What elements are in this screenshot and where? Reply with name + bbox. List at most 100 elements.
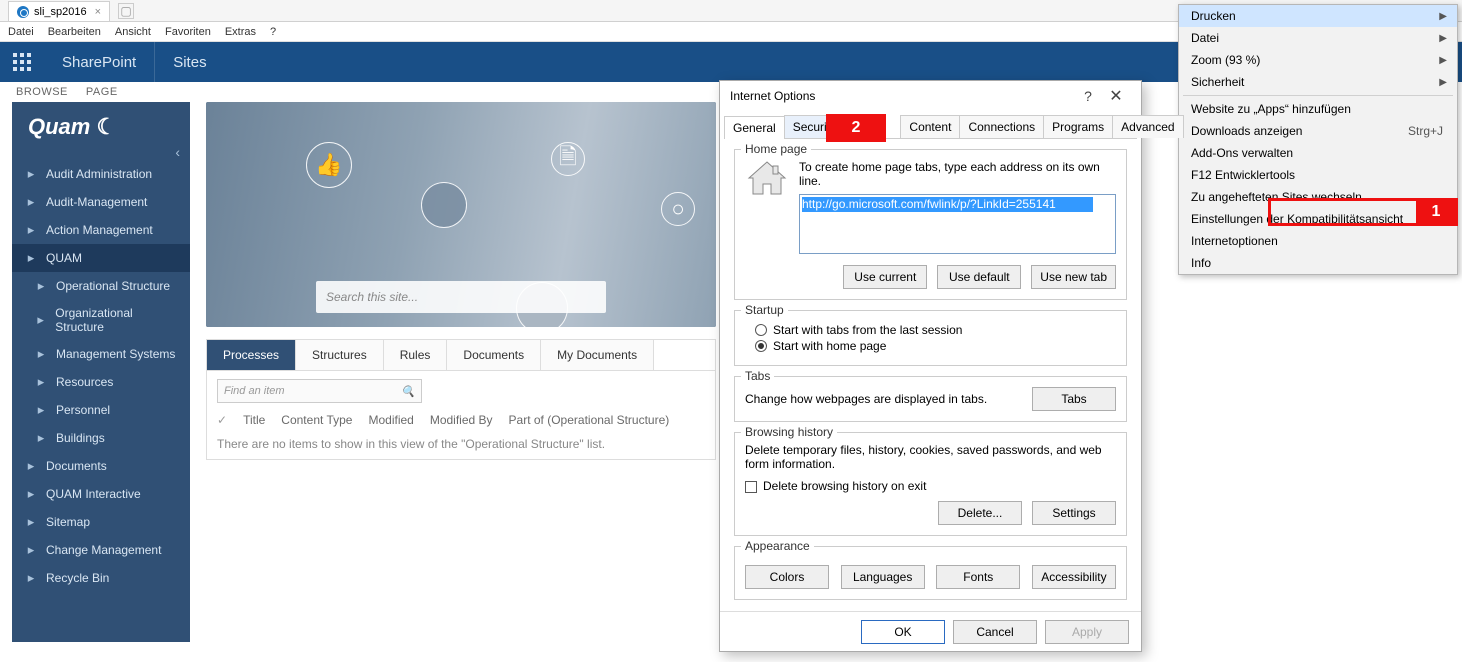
context-menu-item[interactable]: Downloads anzeigenStrg+J	[1179, 120, 1457, 142]
history-delete-on-exit[interactable]: Delete browsing history on exit	[745, 479, 1116, 493]
fonts-button[interactable]: Fonts	[936, 565, 1020, 589]
ribbon-page[interactable]: PAGE	[86, 86, 118, 98]
close-icon[interactable]: ×	[95, 6, 101, 18]
sidebar-item[interactable]: ▸Resources	[12, 368, 190, 396]
browser-tab[interactable]: sli_sp2016 ×	[8, 1, 110, 21]
tab-processes[interactable]: Processes	[207, 340, 296, 370]
sidebar-item[interactable]: ▸Recycle Bin	[12, 564, 190, 592]
sidebar-item[interactable]: ▸Personnel	[12, 396, 190, 424]
sidebar-item[interactable]: ▸QUAM Interactive	[12, 480, 190, 508]
sidebar-item[interactable]: ▸Management Systems	[12, 340, 190, 368]
menu-favoriten[interactable]: Favoriten	[165, 26, 211, 38]
tab-advanced[interactable]: Advanced	[1112, 115, 1183, 138]
startup-legend: Startup	[741, 303, 788, 317]
sidebar-item[interactable]: ▸Operational Structure	[12, 272, 190, 300]
radio-last-session[interactable]: Start with tabs from the last session	[755, 323, 1116, 337]
appearance-legend: Appearance	[741, 539, 814, 553]
sharepoint-brand[interactable]: SharePoint	[44, 42, 155, 82]
sidebar-item-label: Audit Administration	[46, 167, 152, 181]
app-launcher-icon[interactable]	[0, 42, 44, 82]
tab-content[interactable]: Content	[900, 115, 960, 138]
context-menu-item[interactable]: Info	[1179, 252, 1457, 274]
apply-button[interactable]: Apply	[1045, 620, 1129, 644]
ok-button[interactable]: OK	[861, 620, 945, 644]
tab-programs[interactable]: Programs	[1043, 115, 1113, 138]
use-newtab-button[interactable]: Use new tab	[1031, 265, 1116, 289]
find-input[interactable]: Find an item 🔍	[217, 379, 422, 403]
sidebar-item[interactable]: ▸QUAM	[12, 244, 190, 272]
dialog-titlebar[interactable]: Internet Options ? ✕	[720, 81, 1141, 111]
use-current-button[interactable]: Use current	[843, 265, 927, 289]
sidebar-item[interactable]: ▸Buildings	[12, 424, 190, 452]
nav-icon: ▸	[34, 374, 48, 390]
sidebar-item[interactable]: ▸Documents	[12, 452, 190, 480]
col-modified[interactable]: Modified	[368, 413, 413, 427]
homepage-group: Home page To create home page tabs, type…	[734, 149, 1127, 300]
context-menu-item[interactable]: Add-Ons verwalten	[1179, 142, 1457, 164]
history-legend: Browsing history	[741, 425, 837, 439]
sidebar-item-label: Operational Structure	[56, 279, 170, 293]
tabs-text: Change how webpages are displayed in tab…	[745, 392, 987, 406]
tab-favicon	[17, 6, 29, 18]
chevron-right-icon: ▶	[1439, 11, 1447, 22]
hero-search-input[interactable]: Search this site...	[316, 281, 606, 313]
tab-general[interactable]: General	[724, 116, 785, 139]
delete-button[interactable]: Delete...	[938, 501, 1022, 525]
sidebar-item-label: Change Management	[46, 543, 161, 557]
tab-documents[interactable]: Documents	[447, 340, 541, 370]
colors-button[interactable]: Colors	[745, 565, 829, 589]
col-contenttype[interactable]: Content Type	[281, 413, 352, 427]
tab-rules[interactable]: Rules	[384, 340, 448, 370]
languages-button[interactable]: Languages	[841, 565, 925, 589]
sites-link[interactable]: Sites	[155, 54, 224, 71]
homepage-hint: To create home page tabs, type each addr…	[799, 160, 1116, 188]
nav-icon: ▸	[24, 194, 38, 210]
collapse-icon[interactable]: ‹	[12, 144, 190, 160]
context-menu-label: Drucken	[1191, 9, 1236, 23]
ribbon-browse[interactable]: BROWSE	[16, 86, 68, 98]
sidebar-item[interactable]: ▸Sitemap	[12, 508, 190, 536]
startup-group: Startup Start with tabs from the last se…	[734, 310, 1127, 366]
settings-button[interactable]: Settings	[1032, 501, 1116, 525]
sidebar-item[interactable]: ▸Organizational Structure	[12, 300, 190, 340]
context-menu-item[interactable]: Zoom (93 %)▶	[1179, 49, 1457, 71]
annotation-marker-2: 2	[826, 114, 886, 142]
context-menu-item[interactable]: Drucken ▶	[1179, 5, 1457, 27]
col-partof[interactable]: Part of (Operational Structure)	[509, 413, 670, 427]
context-menu-item[interactable]: Sicherheit▶	[1179, 71, 1457, 93]
menu-bearbeiten[interactable]: Bearbeiten	[48, 26, 101, 38]
tabs-button[interactable]: Tabs	[1032, 387, 1116, 411]
menu-ansicht[interactable]: Ansicht	[115, 26, 151, 38]
sidebar-item[interactable]: ▸Audit-Management	[12, 188, 190, 216]
homepage-url-input[interactable]	[799, 194, 1116, 254]
check-icon[interactable]: ✓	[217, 413, 227, 427]
nav-icon: ▸	[24, 514, 38, 530]
close-icon[interactable]: ✕	[1101, 86, 1131, 106]
context-menu-item[interactable]: Datei▶	[1179, 27, 1457, 49]
context-menu-item[interactable]: Internetoptionen	[1179, 230, 1457, 252]
history-group: Browsing history Delete temporary files,…	[734, 432, 1127, 536]
tab-structures[interactable]: Structures	[296, 340, 384, 370]
context-menu-item[interactable]: Website zu „Apps“ hinzufügen	[1179, 98, 1457, 120]
sidebar-item[interactable]: ▸Change Management	[12, 536, 190, 564]
menu-help[interactable]: ?	[270, 26, 276, 38]
tab-my-documents[interactable]: My Documents	[541, 340, 654, 370]
menu-datei[interactable]: Datei	[8, 26, 34, 38]
nav-list: ▸Audit Administration▸Audit-Management▸A…	[12, 160, 190, 592]
menu-extras[interactable]: Extras	[225, 26, 256, 38]
annotation-marker-1: 1	[1268, 198, 1458, 226]
sidebar-item-label: Documents	[46, 459, 107, 473]
tab-connections[interactable]: Connections	[959, 115, 1044, 138]
sidebar-item[interactable]: ▸Action Management	[12, 216, 190, 244]
accessibility-button[interactable]: Accessibility	[1032, 565, 1116, 589]
col-modifiedby[interactable]: Modified By	[430, 413, 493, 427]
col-title[interactable]: Title	[243, 413, 265, 427]
use-default-button[interactable]: Use default	[937, 265, 1021, 289]
radio-home-page[interactable]: Start with home page	[755, 339, 1116, 353]
help-icon[interactable]: ?	[1075, 88, 1101, 104]
context-menu-label: Add-Ons verwalten	[1191, 146, 1293, 160]
new-tab-button[interactable]: ▢	[118, 3, 134, 19]
context-menu-item[interactable]: F12 Entwicklertools	[1179, 164, 1457, 186]
sidebar-item[interactable]: ▸Audit Administration	[12, 160, 190, 188]
cancel-button[interactable]: Cancel	[953, 620, 1037, 644]
